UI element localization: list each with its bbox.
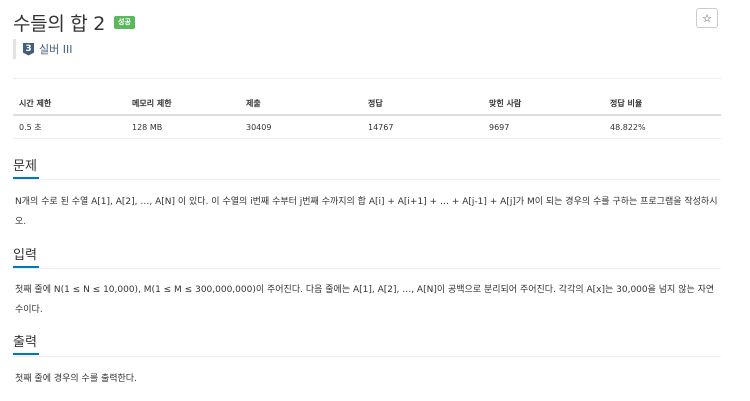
section-divider <box>13 179 721 180</box>
description-heading-text: 문제 <box>13 159 37 174</box>
header-memory-limit: 메모리 제한 <box>126 92 240 116</box>
section-divider <box>13 356 721 357</box>
submissions-value: 30409 <box>240 115 362 139</box>
time-limit-value: 0.5 초 <box>13 115 126 139</box>
input-text: 첫째 줄에 N(1 ≤ N ≤ 10,000), M(1 ≤ M ≤ 300,0… <box>15 285 715 315</box>
header-time-limit: 시간 제한 <box>13 92 126 116</box>
input-heading-text: 입력 <box>13 248 37 263</box>
tier-label: 실버 III <box>39 43 73 56</box>
info-value-row: 0.5 초 128 MB 30409 14767 9697 48.822% <box>13 115 721 139</box>
description-text: N개의 수로 된 수열 A[1], A[2], …, A[N] 이 있다. 이 … <box>15 197 718 227</box>
memory-limit-value: 128 MB <box>126 115 240 139</box>
input-heading: 입력 <box>13 244 39 268</box>
problem-info-table: 시간 제한 메모리 제한 제출 정답 맞힌 사람 정답 비율 0.5 초 128… <box>13 92 721 139</box>
title-row: 수들의 합 2 성공 <box>13 9 135 36</box>
output-heading-text: 출력 <box>13 335 37 350</box>
description-heading: 문제 <box>13 155 39 179</box>
accept-ratio-value: 48.822% <box>604 115 721 139</box>
tier-link[interactable]: 3 실버 III <box>13 39 72 59</box>
star-icon: ☆ <box>702 12 712 25</box>
output-text: 첫째 줄에 경우의 수를 출력한다. <box>15 374 137 384</box>
accepted-value: 14767 <box>362 115 483 139</box>
header-solved-users: 맞힌 사람 <box>483 92 604 116</box>
heading-underline <box>13 353 39 355</box>
info-header-row: 시간 제한 메모리 제한 제출 정답 맞힌 사람 정답 비율 <box>13 92 721 116</box>
favorite-star-button[interactable]: ☆ <box>696 8 718 28</box>
header-divider <box>13 78 721 79</box>
header-submissions: 제출 <box>240 92 362 116</box>
problem-page: 수들의 합 2 성공 ☆ 3 실버 III 시간 제한 메모리 제한 제출 정답… <box>0 0 750 401</box>
section-divider <box>13 268 721 269</box>
output-heading: 출력 <box>13 331 39 355</box>
tier-badge-icon: 3 <box>23 42 34 56</box>
solved-users-value: 9697 <box>483 115 604 139</box>
status-badge: 성공 <box>114 16 135 29</box>
header-accept-ratio: 정답 비율 <box>604 92 721 116</box>
header-accepted: 정답 <box>362 92 483 116</box>
page-title: 수들의 합 2 <box>13 13 105 35</box>
